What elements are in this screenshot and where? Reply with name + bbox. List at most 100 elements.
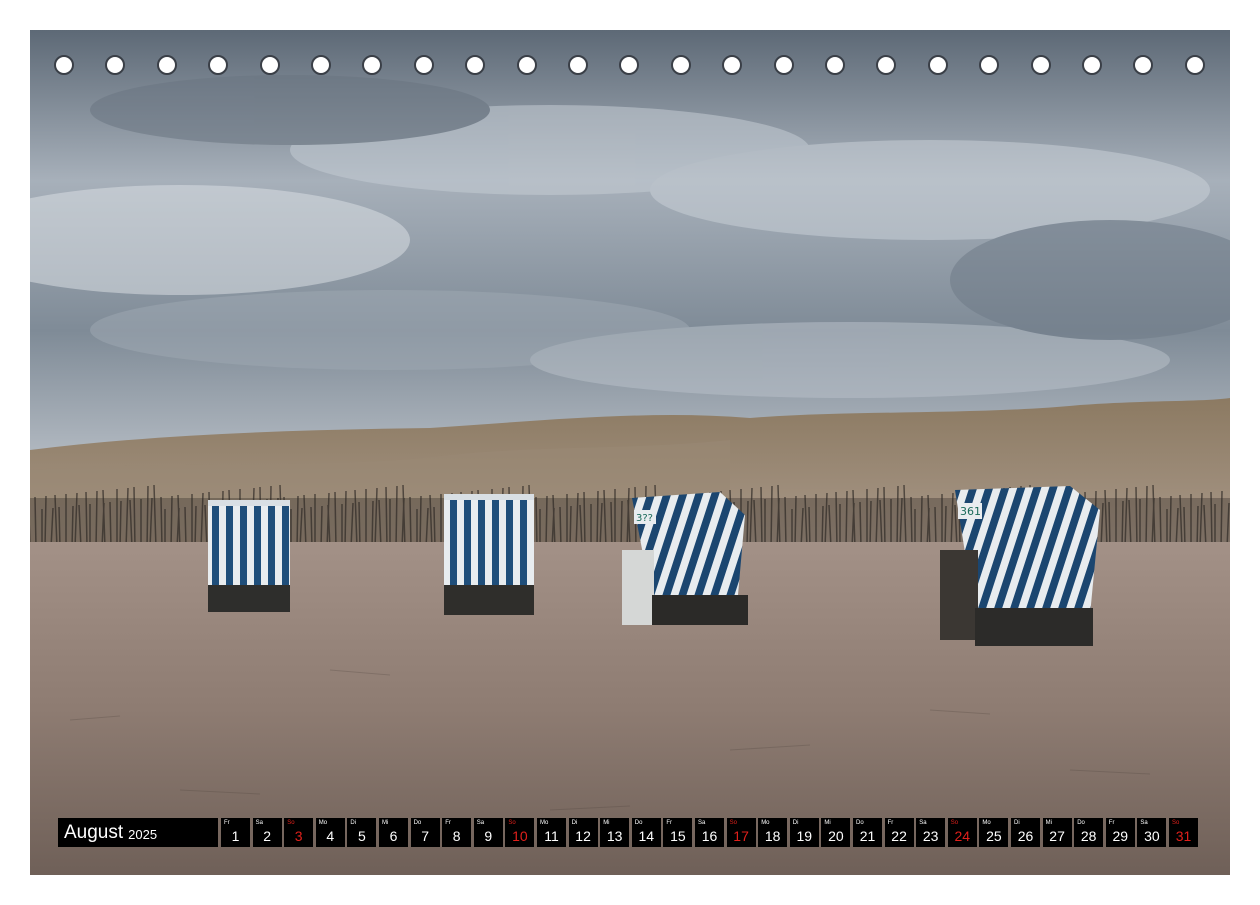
calendar-day: Sa 9 [473, 818, 503, 847]
day-number: 10 [512, 828, 528, 844]
calendar-day: So 24 [947, 818, 977, 847]
calendar-day: Do 7 [410, 818, 440, 847]
day-number: 11 [544, 828, 559, 844]
day-number: 20 [828, 828, 844, 844]
beach-chair-2 [444, 494, 534, 615]
weekday-label: Do [634, 820, 643, 826]
weekday-label: So [287, 820, 295, 826]
weekday-label: Sa [919, 820, 927, 826]
weekday-label: So [1172, 820, 1180, 826]
weekday-label: Do [413, 820, 422, 826]
calendar-day: Mi 27 [1042, 818, 1072, 847]
beach-scene: 3?? 361 [30, 30, 1230, 875]
calendar-day: Sa 23 [916, 818, 946, 847]
day-number: 16 [701, 828, 718, 844]
month-year: 2025 [128, 827, 158, 842]
day-number: 30 [1144, 828, 1160, 844]
chair-number-1: 3?? [636, 513, 653, 524]
weekday-label: Fr [666, 820, 673, 826]
day-number: 17 [733, 828, 749, 844]
calendar-day: Mi 6 [379, 818, 408, 847]
day-number: 1 [231, 828, 240, 844]
day-number: 31 [1175, 828, 1192, 844]
beach-chair-3: 3?? [622, 492, 748, 625]
day-number: 13 [606, 828, 623, 844]
weekday-label: Mi [824, 820, 831, 826]
day-number: 29 [1112, 828, 1129, 844]
calendar-day: Sa 16 [695, 818, 724, 847]
calendar-day: Fr 22 [884, 818, 914, 847]
day-number: 15 [670, 828, 686, 844]
calendar-day: Mo 4 [315, 818, 345, 847]
calendar-day: So 10 [505, 818, 535, 847]
weekday-label: Sa [1140, 820, 1148, 826]
calendar-day: Fr 1 [221, 818, 250, 847]
day-number: 5 [357, 828, 366, 844]
weekday-label: Do [1077, 820, 1085, 826]
weekday-label: Sa [476, 820, 485, 826]
day-number: 6 [389, 828, 398, 844]
calendar-day: So 17 [726, 818, 756, 847]
calendar-day: Mo 25 [979, 818, 1009, 847]
day-number: 9 [484, 828, 493, 844]
calendar-day: Di 12 [568, 818, 598, 847]
calendar-day: Fr 15 [663, 818, 693, 847]
calendar-day: So 31 [1169, 818, 1198, 847]
calendar-day: Di 26 [1011, 818, 1040, 847]
day-number: 22 [891, 828, 907, 844]
day-number: 27 [1049, 828, 1065, 844]
chair-number-2: 361 [960, 505, 981, 518]
calendar-day: Do 21 [853, 818, 882, 847]
day-number: 8 [452, 828, 461, 844]
calendar-day: Do 28 [1074, 818, 1104, 847]
day-number: 12 [575, 828, 591, 844]
weekday-label: So [508, 820, 516, 826]
day-number: 26 [1017, 828, 1034, 844]
weekday-label: Mo [761, 820, 770, 826]
weekday-label: Mi [1045, 820, 1052, 826]
weekday-label: Mo [318, 820, 328, 826]
weekday-label: Fr [887, 820, 894, 826]
weekday-label: Do [856, 820, 864, 826]
weekday-label: Mi [382, 820, 389, 826]
day-number: 3 [294, 828, 303, 844]
calendar-day: Sa 30 [1137, 818, 1167, 847]
beach-chair-1 [208, 500, 290, 612]
day-number: 24 [954, 828, 971, 844]
weekday-label: Di [792, 820, 799, 826]
day-number: 18 [764, 828, 781, 844]
weekday-label: Sa [255, 820, 263, 826]
weekday-label: Mo [540, 820, 549, 826]
calendar-day: Sa 2 [252, 818, 282, 847]
weekday-label: Mo [982, 820, 991, 826]
day-number: 2 [263, 828, 271, 844]
calendar-day: Mo 11 [537, 818, 566, 847]
day-number: 23 [922, 828, 939, 844]
weekday-label: Sa [698, 820, 706, 826]
weekday-label: So [729, 820, 737, 826]
weekday-label: Fr [445, 820, 451, 826]
calendar-day: Fr 8 [442, 818, 472, 847]
month-label: August 2025 [58, 818, 218, 847]
weekday-label: Di [571, 820, 578, 826]
weekday-label: Di [350, 820, 357, 826]
calendar-day: Mo 18 [758, 818, 788, 847]
calendar-day: Di 5 [347, 818, 377, 847]
weekday-label: Fr [224, 820, 230, 826]
calendar-strip: August 2025 Fr 1 Sa 2 So 3 Mo 4 Di 5 Mi 6 Do 7 Fr 8 Sa 9 S… [58, 818, 1203, 847]
beach-photo: 3?? 361 [30, 30, 1230, 875]
calendar-day: Mi 20 [821, 818, 851, 847]
day-number: 28 [1080, 828, 1097, 844]
weekday-label: Fr [1108, 820, 1115, 826]
day-number: 14 [638, 828, 655, 844]
month-name: August [64, 821, 124, 843]
calendar-day: Di 19 [789, 818, 819, 847]
day-number: 4 [326, 828, 335, 844]
beach-chair-4: 361 [940, 486, 1100, 646]
calendar-day: So 3 [284, 818, 314, 847]
day-number: 7 [421, 828, 429, 844]
day-number: 25 [986, 828, 1002, 844]
calendar-day: Fr 29 [1105, 818, 1135, 847]
weekday-label: So [950, 820, 959, 826]
weekday-label: Di [1014, 820, 1020, 826]
